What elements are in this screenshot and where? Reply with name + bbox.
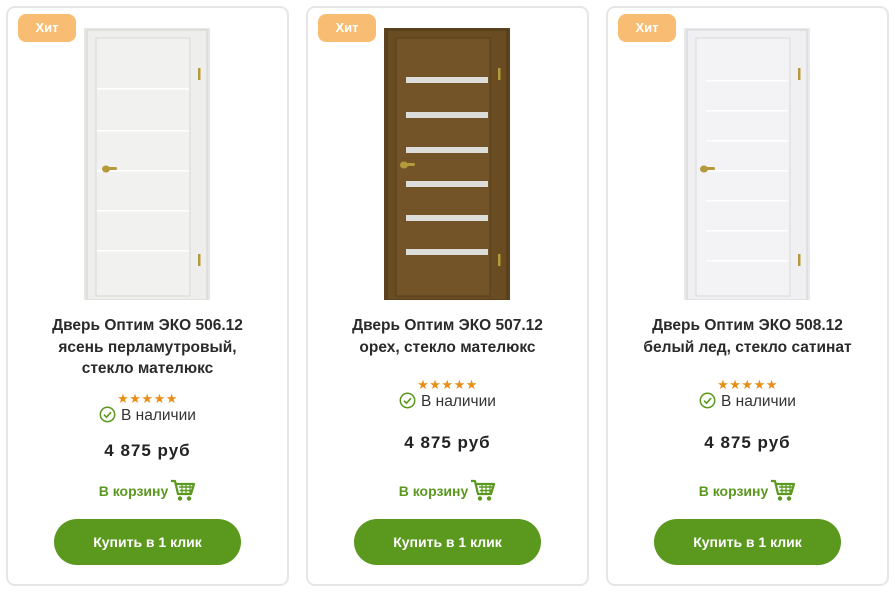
check-circle-icon (699, 392, 716, 409)
stock-status: В наличии (8, 406, 287, 425)
product-title[interactable]: Дверь Оптим ЭКО 508.12 белый лед, стекло… (622, 315, 873, 358)
product-image[interactable] (384, 28, 510, 300)
door-white-illustration (684, 28, 810, 300)
check-circle-icon (399, 392, 416, 409)
door-light-illustration (84, 28, 210, 300)
product-price: 4 875 руб (404, 433, 491, 452)
shopping-cart-icon (771, 479, 796, 501)
rating-stars: ★★★★★ (717, 377, 778, 392)
stock-status: В наличии (308, 392, 587, 411)
product-price: 4 875 руб (104, 441, 191, 460)
product-card[interactable]: Хит Дверь Оптим ЭКО 506.12 ясень перламу… (6, 6, 289, 586)
hit-badge: Хит (318, 14, 376, 42)
hit-badge: Хит (618, 14, 676, 42)
door-walnut-illustration (384, 28, 510, 300)
product-image[interactable] (684, 28, 810, 300)
stock-status: В наличии (608, 392, 887, 411)
check-circle-icon (99, 406, 116, 423)
product-image[interactable] (84, 28, 210, 300)
product-card[interactable]: Хит Дверь Оптим ЭКО 507.12 орех, стекло … (306, 6, 589, 586)
rating-stars: ★★★★★ (417, 377, 478, 392)
buy-one-click-button[interactable]: Купить в 1 клик (354, 519, 541, 565)
add-to-cart-link[interactable]: В корзину (308, 478, 587, 503)
add-to-cart-link[interactable]: В корзину (608, 478, 887, 503)
product-grid: Хит Дверь Оптим ЭКО 506.12 ясень перламу… (0, 0, 895, 593)
product-price: 4 875 руб (704, 433, 791, 452)
product-card[interactable]: Хит Дверь Оптим ЭКО 508.12 белый лед, ст… (606, 6, 889, 586)
buy-one-click-button[interactable]: Купить в 1 клик (654, 519, 841, 565)
shopping-cart-icon (471, 479, 496, 501)
hit-badge: Хит (18, 14, 76, 42)
product-title[interactable]: Дверь Оптим ЭКО 506.12 ясень перламутров… (22, 315, 273, 380)
product-title[interactable]: Дверь Оптим ЭКО 507.12 орех, стекло мате… (322, 315, 573, 358)
shopping-cart-icon (171, 479, 196, 501)
add-to-cart-link[interactable]: В корзину (8, 478, 287, 503)
buy-one-click-button[interactable]: Купить в 1 клик (54, 519, 241, 565)
rating-stars: ★★★★★ (117, 391, 178, 406)
